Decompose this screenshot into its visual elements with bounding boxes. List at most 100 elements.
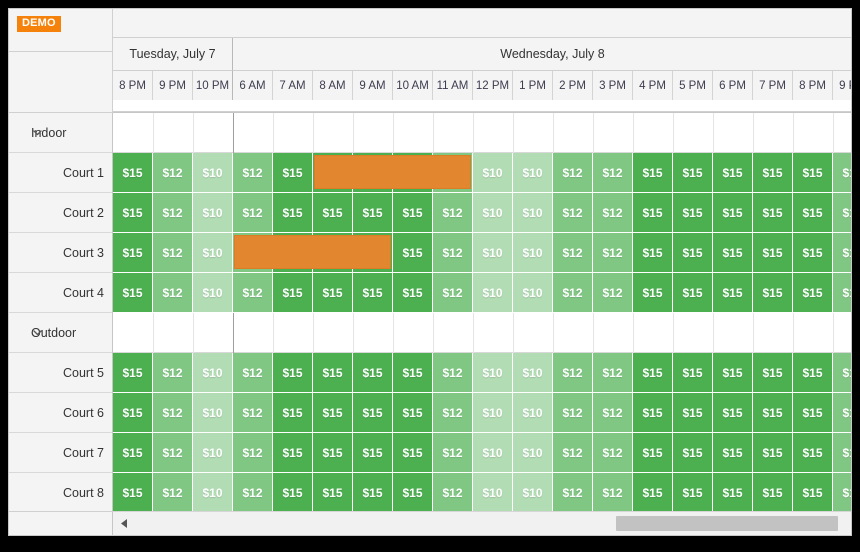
price-cell[interactable]: $10: [473, 193, 513, 233]
price-cell[interactable]: $15: [273, 193, 313, 233]
price-cell[interactable]: $12: [433, 393, 473, 433]
price-cell[interactable]: $10: [513, 473, 553, 511]
grid-resource-row[interactable]: $15$12$10$12$15$15$15$15$12$10$10$12$12$…: [113, 153, 851, 193]
price-cell[interactable]: $15: [313, 273, 353, 313]
price-cell[interactable]: $15: [633, 233, 673, 273]
grid-resource-row[interactable]: $15$12$10$12$15$15$15$15$12$10$10$12$12$…: [113, 393, 851, 433]
price-cell[interactable]: $12: [553, 433, 593, 473]
price-cell[interactable]: $12: [553, 153, 593, 193]
price-cell[interactable]: $15: [793, 233, 833, 273]
price-cell[interactable]: $15: [273, 273, 313, 313]
price-cell[interactable]: $15: [113, 273, 153, 313]
price-cell[interactable]: $15: [313, 473, 353, 511]
price-cell[interactable]: $12: [553, 473, 593, 511]
price-cell[interactable]: $15: [393, 393, 433, 433]
price-cell[interactable]: $15: [633, 433, 673, 473]
grid-resource-row[interactable]: $15$12$10$12$15$15$15$15$12$10$10$12$12$…: [113, 353, 851, 393]
price-cell[interactable]: $15: [753, 353, 793, 393]
resource-group-row[interactable]: Outdoor: [9, 313, 112, 353]
price-cell[interactable]: $12: [153, 353, 193, 393]
price-cell[interactable]: $10: [193, 193, 233, 233]
price-cell[interactable]: $15: [633, 393, 673, 433]
price-cell[interactable]: $12: [153, 193, 193, 233]
price-cell[interactable]: $15: [713, 473, 753, 511]
price-cell[interactable]: $10: [473, 393, 513, 433]
price-cell[interactable]: $12: [153, 273, 193, 313]
scheduler-grid[interactable]: $15$12$10$12$15$15$15$15$12$10$10$12$12$…: [113, 113, 851, 511]
price-cell[interactable]: $15: [753, 193, 793, 233]
price-cell[interactable]: $15: [273, 433, 313, 473]
price-cell[interactable]: $15: [673, 273, 713, 313]
grid-resource-row[interactable]: $15$12$10$12$15$15$15$15$12$10$10$12$12$…: [113, 273, 851, 313]
price-cell[interactable]: $12: [833, 353, 851, 393]
price-cell[interactable]: $15: [713, 273, 753, 313]
price-cell[interactable]: $15: [713, 153, 753, 193]
grid-resource-row[interactable]: $15$12$10$12$15$15$15$15$12$10$10$12$12$…: [113, 193, 851, 233]
price-cell[interactable]: $10: [513, 233, 553, 273]
price-cell[interactable]: $15: [353, 353, 393, 393]
price-cell[interactable]: $15: [353, 473, 393, 511]
price-cell[interactable]: $15: [713, 233, 753, 273]
price-cell[interactable]: $12: [593, 393, 633, 433]
price-cell[interactable]: $15: [713, 193, 753, 233]
price-cell[interactable]: $12: [833, 273, 851, 313]
chevron-down-icon[interactable]: [32, 327, 43, 338]
price-cell[interactable]: $12: [833, 153, 851, 193]
price-cell[interactable]: $10: [513, 433, 553, 473]
price-cell[interactable]: $15: [273, 473, 313, 511]
price-cell[interactable]: $15: [113, 433, 153, 473]
price-cell[interactable]: $12: [153, 153, 193, 193]
price-cell[interactable]: $15: [753, 273, 793, 313]
price-cell[interactable]: $10: [513, 153, 553, 193]
price-cell[interactable]: $12: [833, 193, 851, 233]
price-cell[interactable]: $12: [593, 153, 633, 193]
price-cell[interactable]: $15: [273, 393, 313, 433]
price-cell[interactable]: $15: [113, 393, 153, 433]
price-cell[interactable]: $15: [793, 153, 833, 193]
price-cell[interactable]: $15: [353, 393, 393, 433]
price-cell[interactable]: $15: [673, 433, 713, 473]
price-cell[interactable]: $12: [433, 353, 473, 393]
price-cell[interactable]: $12: [593, 273, 633, 313]
price-cell[interactable]: $10: [473, 153, 513, 193]
price-cell[interactable]: $12: [433, 433, 473, 473]
price-cell[interactable]: $10: [513, 393, 553, 433]
price-cell[interactable]: $15: [793, 473, 833, 511]
price-cell[interactable]: $15: [273, 153, 313, 193]
price-cell[interactable]: $12: [233, 433, 273, 473]
price-cell[interactable]: $10: [193, 353, 233, 393]
price-cell[interactable]: $12: [153, 473, 193, 511]
price-cell[interactable]: $10: [513, 193, 553, 233]
price-cell[interactable]: $12: [153, 433, 193, 473]
price-cell[interactable]: $15: [793, 433, 833, 473]
price-cell[interactable]: $15: [113, 233, 153, 273]
price-cell[interactable]: $15: [673, 193, 713, 233]
price-cell[interactable]: $15: [753, 233, 793, 273]
price-cell[interactable]: $15: [313, 193, 353, 233]
scroll-left-arrow-icon[interactable]: [117, 512, 131, 535]
price-cell[interactable]: $10: [513, 353, 553, 393]
price-cell[interactable]: $15: [113, 193, 153, 233]
price-cell[interactable]: $15: [313, 353, 353, 393]
price-cell[interactable]: $15: [113, 473, 153, 511]
price-cell[interactable]: $15: [753, 473, 793, 511]
price-cell[interactable]: $12: [233, 393, 273, 433]
grid-resource-row[interactable]: $15$12$10$12$15$15$15$15$12$10$10$12$12$…: [113, 433, 851, 473]
price-cell[interactable]: $15: [393, 433, 433, 473]
price-cell[interactable]: $15: [633, 273, 673, 313]
price-cell[interactable]: $15: [793, 353, 833, 393]
price-cell[interactable]: $15: [673, 393, 713, 433]
price-cell[interactable]: $15: [673, 233, 713, 273]
price-cell[interactable]: $12: [153, 233, 193, 273]
price-cell[interactable]: $15: [713, 433, 753, 473]
price-cell[interactable]: $15: [393, 353, 433, 393]
price-cell[interactable]: $12: [233, 353, 273, 393]
price-cell[interactable]: $12: [593, 233, 633, 273]
price-cell[interactable]: $12: [553, 273, 593, 313]
price-cell[interactable]: $10: [473, 433, 513, 473]
price-cell[interactable]: $12: [833, 393, 851, 433]
price-cell[interactable]: $12: [553, 193, 593, 233]
price-cell[interactable]: $15: [113, 353, 153, 393]
price-cell[interactable]: $12: [833, 473, 851, 511]
price-cell[interactable]: $15: [113, 153, 153, 193]
